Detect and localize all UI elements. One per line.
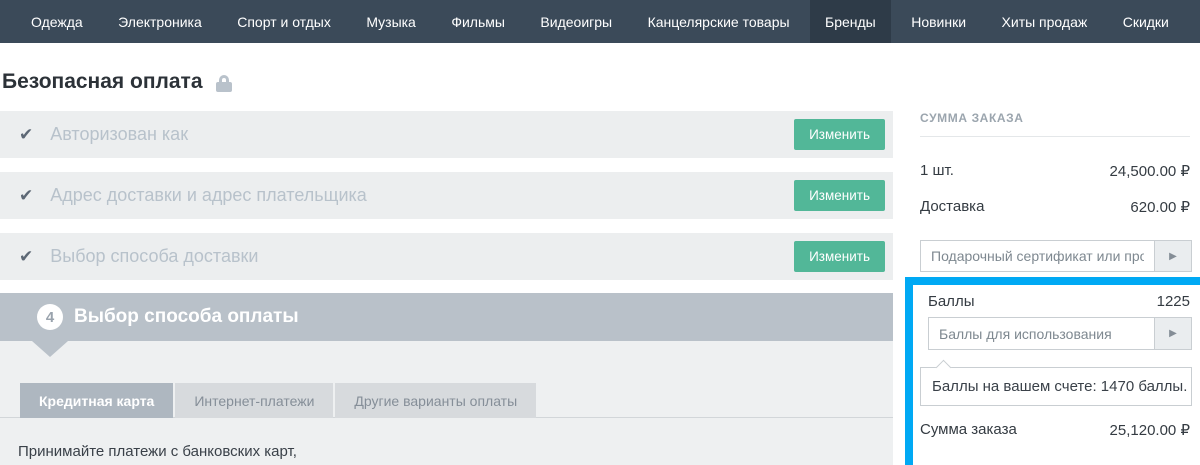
item-quantity-label: 1 шт.	[920, 162, 954, 180]
checkout-page: Одежда Электроника Спорт и отдых Музыка …	[0, 0, 1200, 465]
shipping-label: Доставка	[920, 198, 984, 216]
points-apply-button[interactable]: ▶	[1155, 317, 1192, 350]
change-authorization-button[interactable]: Изменить	[794, 119, 885, 150]
payment-section-title: Выбор способа оплаты	[74, 306, 299, 328]
payment-description: Принимайте платежи с банковских карт,	[18, 443, 297, 460]
step-row-delivery: ✔ Выбор способа доставки Изменить	[0, 233, 893, 280]
check-icon: ✔	[19, 186, 33, 206]
payment-tabs: Кредитная карта Интернет-платежи Другие …	[20, 383, 536, 418]
tab-credit-card[interactable]: Кредитная карта	[20, 383, 173, 418]
arrow-right-icon: ▶	[1169, 251, 1177, 262]
promo-code-group: ▶	[920, 240, 1192, 272]
points-input-group: ▶	[928, 317, 1192, 350]
points-value: 1225	[1157, 293, 1190, 310]
nav-item-movies[interactable]: Фильмы	[436, 0, 520, 43]
pointer-down-icon	[32, 341, 68, 357]
shipping-value: 620.00 ₽	[1130, 198, 1190, 216]
step-label: Выбор способа доставки	[50, 246, 258, 267]
tab-other-payment-options[interactable]: Другие варианты оплаты	[335, 383, 536, 418]
order-total-value: 25,120.00 ₽	[1110, 421, 1190, 439]
order-summary-title: СУММА ЗАКАЗА	[920, 111, 1024, 125]
step-row-address: ✔ Адрес доставки и адрес плательщика Изм…	[0, 172, 893, 219]
points-row: Баллы 1225	[928, 293, 1190, 310]
nav-item-bestsellers[interactable]: Хиты продаж	[987, 0, 1103, 43]
category-nav: Одежда Электроника Спорт и отдых Музыка …	[0, 0, 1200, 43]
nav-item-new[interactable]: Новинки	[896, 0, 981, 43]
step-number-badge: 4	[37, 304, 63, 330]
step-row-authorized: ✔ Авторизован как Изменить	[0, 111, 893, 158]
lock-icon	[216, 75, 232, 92]
points-balance-tooltip: Баллы на вашем счете: 1470 баллы.	[920, 367, 1192, 406]
summary-divider	[920, 136, 1190, 137]
nav-item-brands[interactable]: Бренды	[810, 0, 891, 43]
order-total-row: Сумма заказа 25,120.00 ₽	[920, 421, 1190, 439]
change-address-button[interactable]: Изменить	[794, 180, 885, 211]
check-icon: ✔	[19, 247, 33, 267]
tab-internet-payments[interactable]: Интернет-платежи	[175, 383, 333, 418]
nav-item-videogames[interactable]: Видеоигры	[525, 0, 627, 43]
nav-item-stationery[interactable]: Канцелярские товары	[633, 0, 805, 43]
promo-code-input[interactable]	[920, 240, 1155, 272]
page-title: Безопасная оплата	[2, 70, 203, 94]
check-icon: ✔	[19, 125, 33, 145]
nav-item-clothing[interactable]: Одежда	[16, 0, 98, 43]
order-total-label: Сумма заказа	[920, 421, 1017, 439]
payment-section-header: 4 Выбор способа оплаты	[0, 293, 893, 341]
promo-apply-button[interactable]: ▶	[1155, 240, 1192, 272]
arrow-right-icon: ▶	[1169, 328, 1177, 339]
change-delivery-button[interactable]: Изменить	[794, 241, 885, 272]
nav-item-music[interactable]: Музыка	[351, 0, 431, 43]
nav-item-sports[interactable]: Спорт и отдых	[222, 0, 346, 43]
step-label: Адрес доставки и адрес плательщика	[50, 185, 367, 206]
points-label: Баллы	[928, 293, 974, 310]
summary-item-row: 1 шт. 24,500.00 ₽	[920, 162, 1190, 180]
step-label: Авторизован как	[50, 124, 188, 145]
page-title-row: Безопасная оплата	[2, 70, 232, 94]
item-price-value: 24,500.00 ₽	[1110, 162, 1190, 180]
nav-item-sales[interactable]: Скидки	[1108, 0, 1184, 43]
points-input[interactable]	[928, 317, 1155, 350]
nav-item-electronics[interactable]: Электроника	[103, 0, 217, 43]
summary-shipping-row: Доставка 620.00 ₽	[920, 198, 1190, 216]
